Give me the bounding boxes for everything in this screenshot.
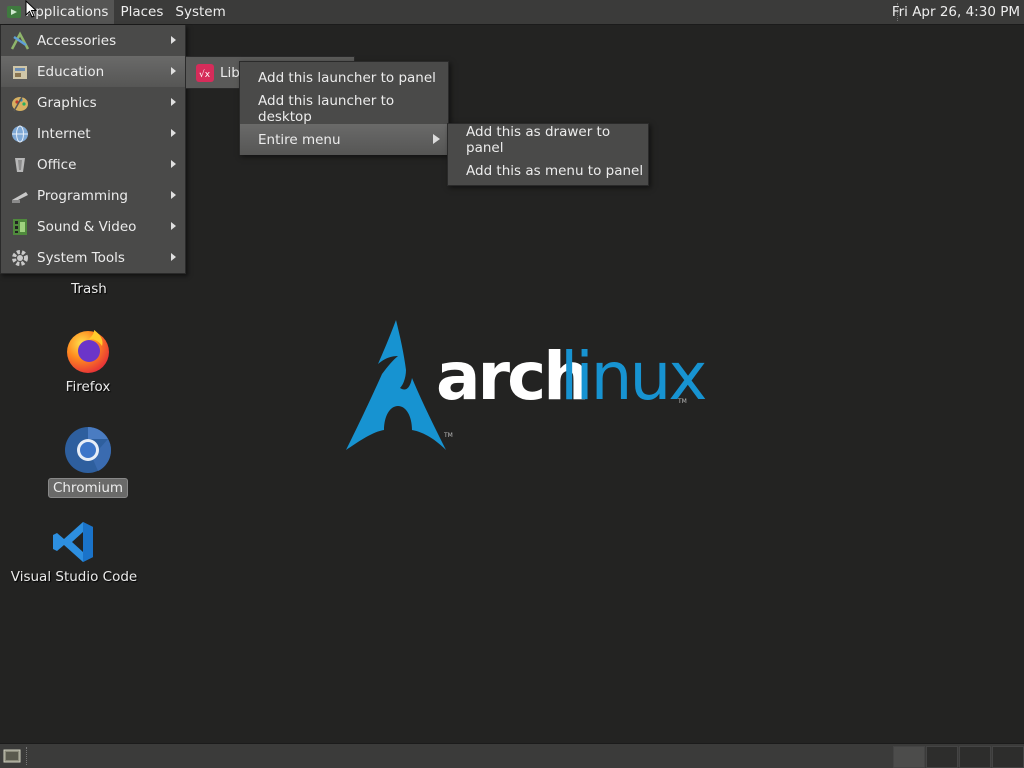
libreoffice-math-icon: √x (194, 62, 216, 84)
chevron-right-icon (433, 134, 440, 144)
menu-item-label: Office (37, 156, 77, 173)
desktop-icon-trash[interactable]: Trash (56, 276, 122, 298)
add-as-menu-to-panel[interactable]: Add this as menu to panel (448, 155, 648, 186)
arch-triangle-icon (346, 320, 446, 450)
chevron-right-icon (171, 36, 176, 44)
sound-video-icon (9, 216, 31, 238)
applications-icon (6, 4, 22, 20)
applications-dropdown: Accessories Education Graphics Internet (0, 25, 186, 274)
desktop-icon-label: Visual Studio Code (10, 569, 138, 585)
places-menu-button[interactable]: Places (114, 0, 169, 24)
context-menu-label: Entire menu (258, 131, 341, 148)
top-panel: Applications Places System Fri Apr 26, 4… (0, 0, 1024, 25)
trademark-mark: TM (444, 432, 453, 439)
menu-item-programming[interactable]: Programming (1, 180, 185, 211)
system-menu-button[interactable]: System (169, 0, 231, 24)
menu-item-sound-video[interactable]: Sound & Video (1, 211, 185, 242)
menu-item-system-tools[interactable]: System Tools (1, 242, 185, 273)
arch-linux-logo: TM arch linux TM (344, 318, 707, 454)
menu-item-label: Education (37, 63, 105, 80)
show-desktop-icon (3, 749, 21, 763)
chromium-icon (65, 427, 111, 473)
menu-item-education[interactable]: Education (1, 56, 185, 87)
show-desktop-button[interactable] (2, 747, 22, 765)
add-as-drawer-to-panel[interactable]: Add this as drawer to panel (448, 123, 648, 156)
chevron-right-icon (171, 129, 176, 137)
menu-item-label: Graphics (37, 94, 97, 111)
desktop-background[interactable]: TM arch linux TM Trash Firefox Chromium … (0, 0, 1024, 768)
menu-item-label: Programming (37, 187, 128, 204)
education-icon (9, 61, 31, 83)
workspace-4[interactable] (992, 746, 1024, 768)
entire-menu-item[interactable]: Entire menu (240, 124, 448, 155)
entire-menu-submenu: Add this as drawer to panel Add this as … (447, 123, 649, 186)
chevron-right-icon (171, 191, 176, 199)
workspace-2[interactable] (926, 746, 958, 768)
workspace-3[interactable] (959, 746, 991, 768)
chevron-right-icon (171, 67, 176, 75)
menu-item-internet[interactable]: Internet (1, 118, 185, 149)
add-launcher-to-desktop[interactable]: Add this launcher to desktop (240, 92, 448, 125)
submenu-label: Add this as menu to panel (466, 162, 644, 179)
menu-item-label: System Tools (37, 249, 125, 266)
internet-icon (9, 123, 31, 145)
accessories-icon (9, 30, 31, 52)
chevron-right-icon (171, 253, 176, 261)
clock[interactable]: Fri Apr 26, 4:30 PM (886, 0, 1024, 24)
trademark-mark-2: TM (678, 398, 687, 405)
graphics-icon (9, 92, 31, 114)
vscode-icon (53, 522, 93, 562)
menu-item-label: Sound & Video (37, 218, 137, 235)
desktop-icon-chromium[interactable]: Chromium (47, 426, 129, 498)
system-label: System (175, 4, 226, 20)
workspace-1[interactable] (893, 746, 925, 768)
firefox-icon (67, 330, 109, 373)
svg-text:√x: √x (199, 69, 211, 80)
chevron-right-icon (171, 160, 176, 168)
bottom-panel (0, 743, 1024, 768)
office-icon (9, 154, 31, 176)
desktop-icon-firefox[interactable]: Firefox (52, 326, 124, 396)
menu-item-accessories[interactable]: Accessories (1, 25, 185, 56)
applications-menu-button[interactable]: Applications (0, 0, 115, 24)
menu-item-label: Internet (37, 125, 91, 142)
chevron-right-icon (171, 98, 176, 106)
desktop-icon-label: Trash (71, 281, 107, 297)
panel-handle[interactable] (26, 747, 31, 765)
programming-icon (9, 185, 31, 207)
places-label: Places (120, 4, 164, 20)
system-tools-icon (9, 247, 31, 269)
desktop-icon-vscode[interactable]: Visual Studio Code (11, 520, 137, 586)
menu-item-graphics[interactable]: Graphics (1, 87, 185, 118)
desktop-icon-label: Chromium (47, 478, 129, 498)
add-launcher-to-panel[interactable]: Add this launcher to panel (240, 62, 448, 93)
applications-label: Applications (26, 4, 109, 20)
menu-item-label: Accessories (37, 32, 117, 49)
chevron-right-icon (171, 222, 176, 230)
context-menu-label: Add this launcher to panel (258, 69, 436, 86)
desktop-icon-label: Firefox (65, 379, 111, 395)
mouse-cursor-icon (25, 0, 37, 18)
menu-item-office[interactable]: Office (1, 149, 185, 180)
context-menu: Add this launcher to panel Add this laun… (239, 61, 449, 155)
context-menu-label: Add this launcher to desktop (258, 92, 395, 125)
submenu-label: Add this as drawer to panel (466, 123, 611, 156)
